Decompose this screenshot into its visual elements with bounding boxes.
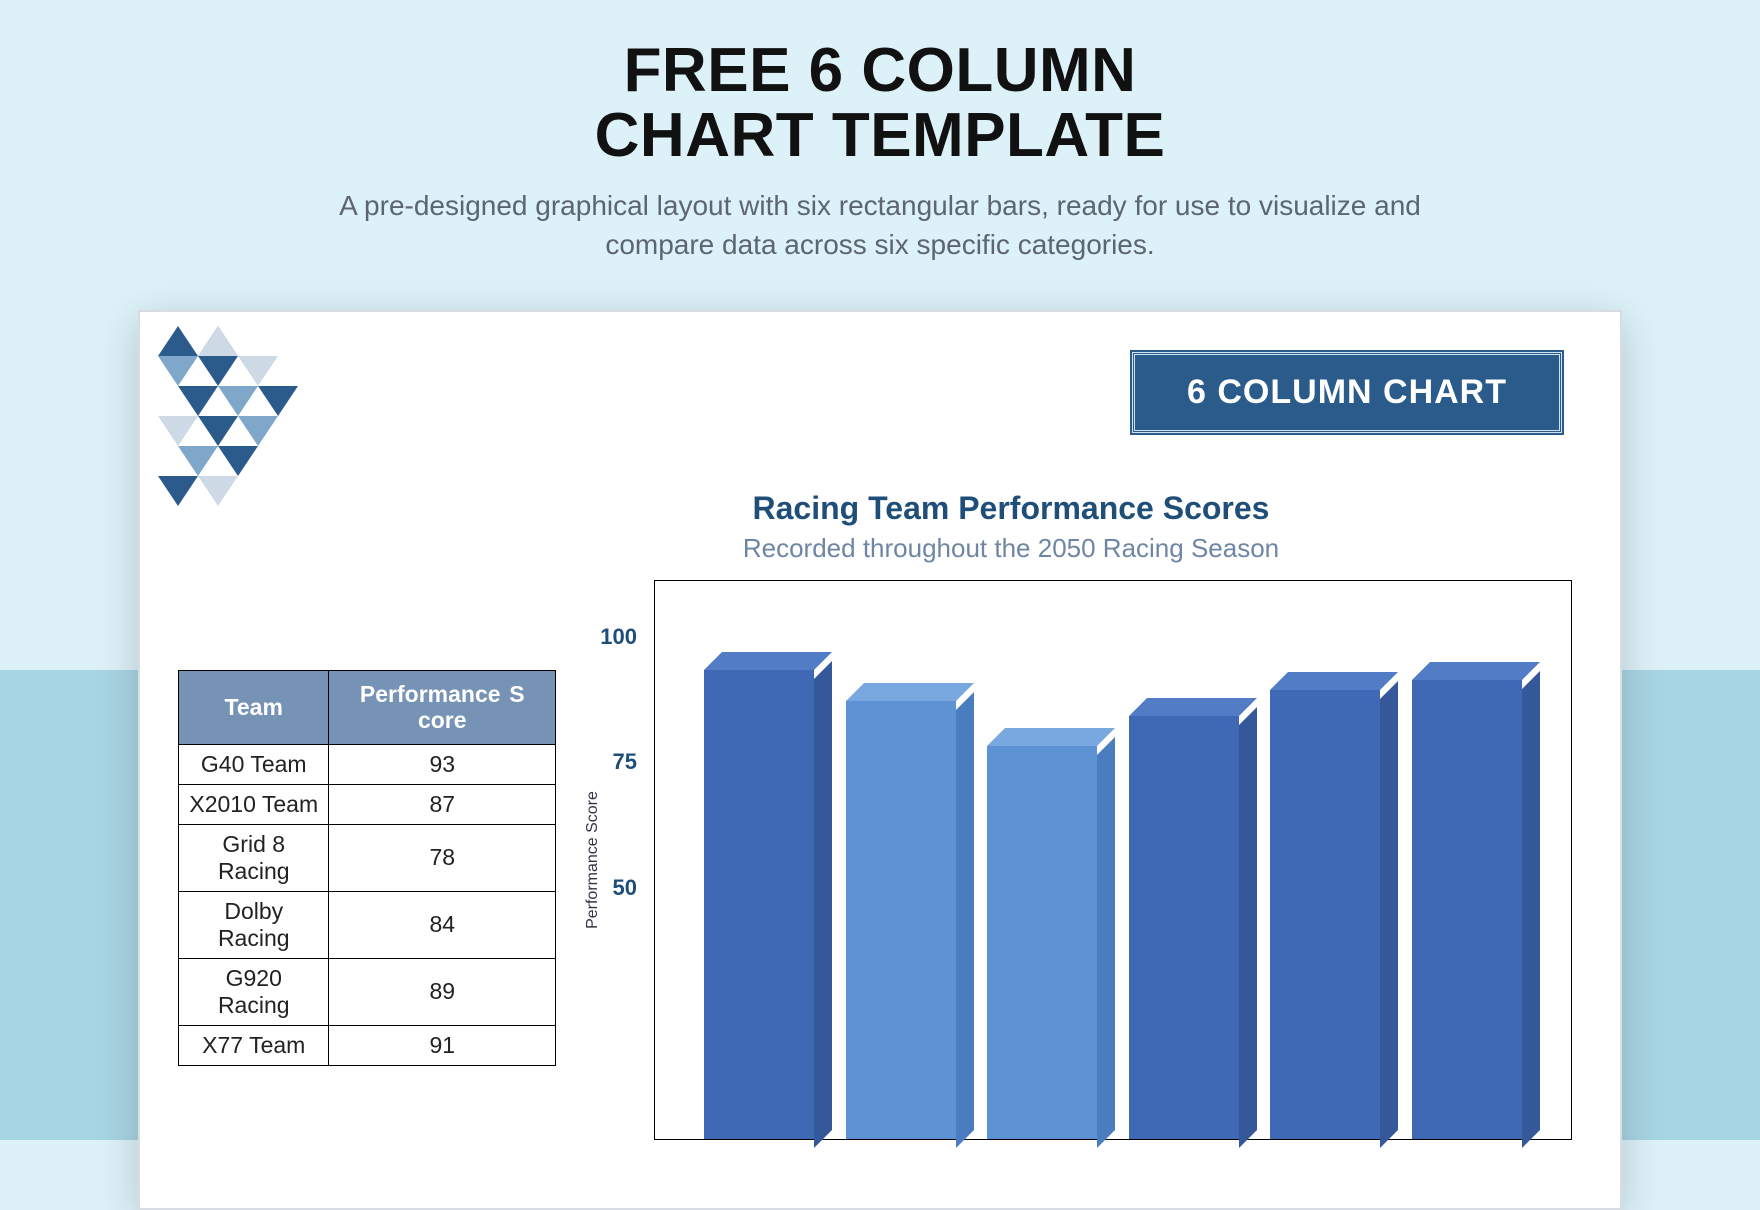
ytick: 100 — [600, 624, 655, 650]
bar — [1129, 716, 1239, 1139]
main-title: FREE 6 COLUMN CHART TEMPLATE — [0, 38, 1760, 168]
cell-score: 84 — [329, 891, 556, 958]
cell-team: Dolby Racing — [179, 891, 329, 958]
bar — [846, 701, 956, 1139]
chart-title-block: Racing Team Performance Scores Recorded … — [140, 490, 1562, 564]
page-subtitle: A pre-designed graphical layout with six… — [290, 186, 1470, 264]
table-row: Grid 8 Racing78 — [179, 824, 556, 891]
chart-subtitle: Recorded throughout the 2050 Racing Seas… — [460, 533, 1562, 564]
cell-team: X77 Team — [179, 1025, 329, 1065]
cell-score: 87 — [329, 784, 556, 824]
table-row: X77 Team91 — [179, 1025, 556, 1065]
cell-score: 78 — [329, 824, 556, 891]
table-row: Dolby Racing84 — [179, 891, 556, 958]
chart-title: Racing Team Performance Scores — [460, 490, 1562, 527]
cell-score: 89 — [329, 958, 556, 1025]
bar — [704, 670, 814, 1139]
ytick: 50 — [613, 875, 655, 901]
col-header-team: Team — [179, 671, 329, 745]
ytick: 75 — [613, 749, 655, 775]
cell-score: 93 — [329, 744, 556, 784]
page: FREE 6 COLUMN CHART TEMPLATE A pre-desig… — [0, 0, 1760, 1140]
cell-score: 91 — [329, 1025, 556, 1065]
y-axis-label: Performance Score — [584, 791, 602, 929]
title-line-2: CHART TEMPLATE — [595, 101, 1166, 170]
chart-type-badge: 6 COLUMN CHART — [1132, 352, 1562, 433]
document-preview: 6 COLUMN CHART Racing Team Performance S… — [138, 310, 1622, 1210]
table-row: G40 Team93 — [179, 744, 556, 784]
bar — [1412, 680, 1522, 1139]
cell-team: Grid 8 Racing — [179, 824, 329, 891]
bar — [1270, 690, 1380, 1139]
bar — [987, 746, 1097, 1139]
title-line-1: FREE 6 COLUMN — [624, 36, 1137, 105]
bar-group — [655, 581, 1571, 1139]
cell-team: G40 Team — [179, 744, 329, 784]
col-header-score: Performance S core — [329, 671, 556, 745]
chart-plot-area: 100 75 50 Performance Score — [654, 580, 1572, 1140]
table-header-row: Team Performance S core — [179, 671, 556, 745]
data-table: Team Performance S core G40 Team93 X2010… — [178, 670, 556, 1066]
table-row: X2010 Team87 — [179, 784, 556, 824]
page-heading: FREE 6 COLUMN CHART TEMPLATE A pre-desig… — [0, 0, 1760, 265]
cell-team: G920 Racing — [179, 958, 329, 1025]
cell-team: X2010 Team — [179, 784, 329, 824]
table-row: G920 Racing89 — [179, 958, 556, 1025]
